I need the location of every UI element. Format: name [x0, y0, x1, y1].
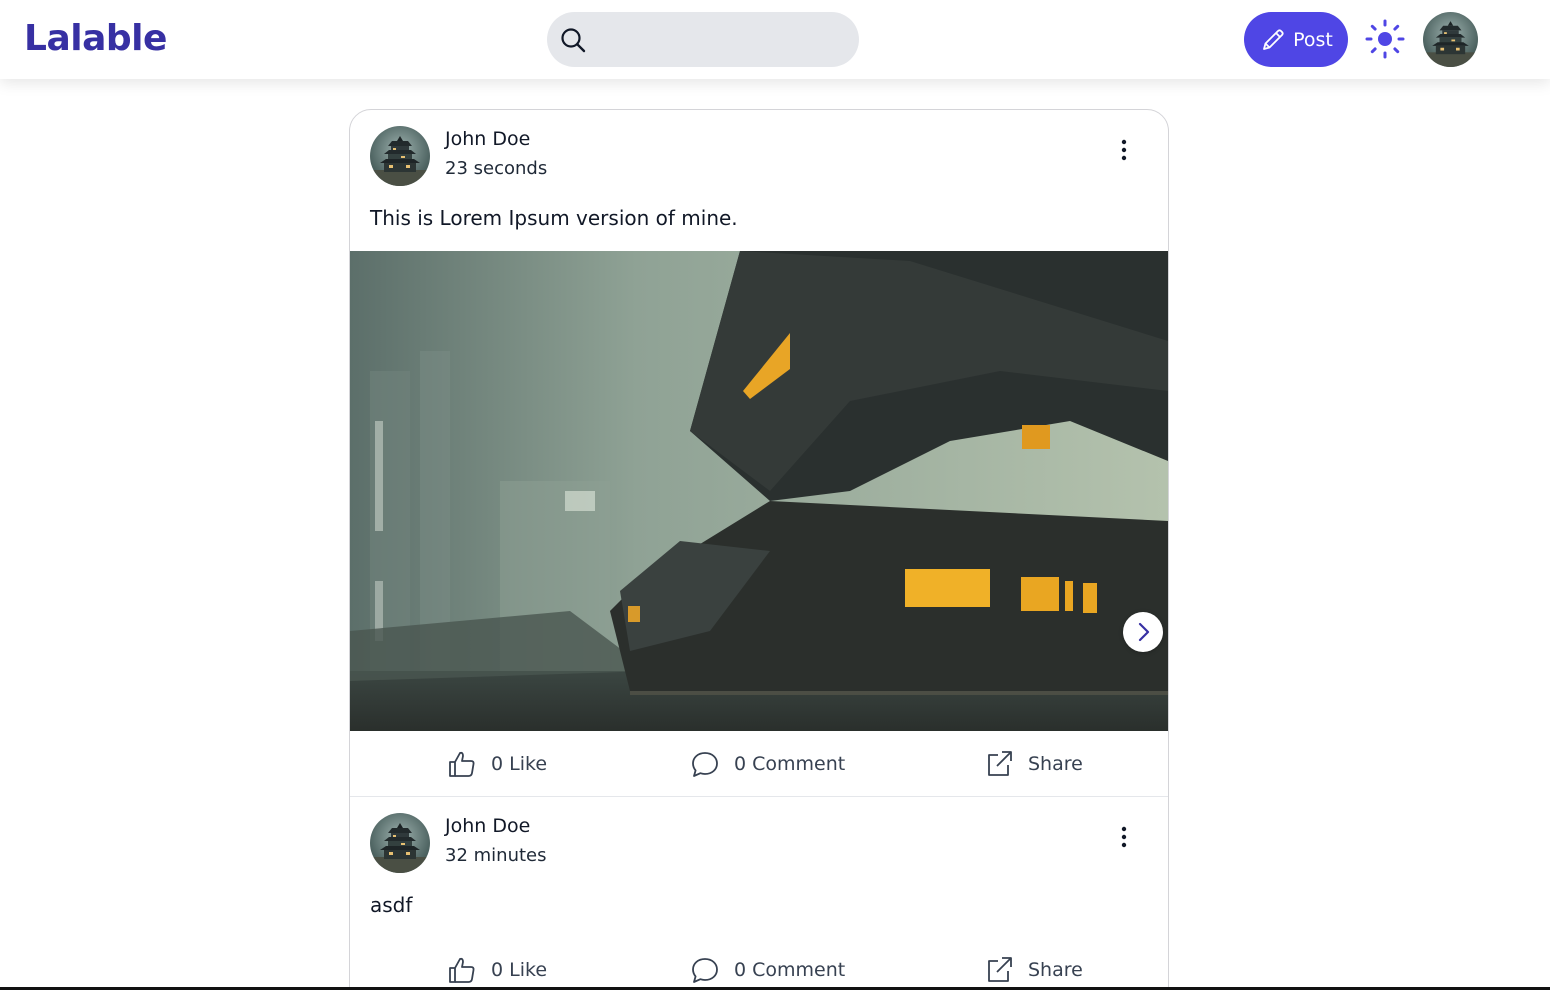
- post-text: This is Lorem Ipsum version of mine.: [370, 206, 738, 230]
- next-image-button[interactable]: [1123, 612, 1163, 652]
- share-button[interactable]: Share: [984, 731, 1083, 797]
- comment-button[interactable]: 0 Comment: [690, 731, 845, 797]
- more-options-icon[interactable]: [1110, 823, 1138, 851]
- thumbs-up-icon: [449, 751, 475, 777]
- share-icon: [988, 957, 1012, 982]
- thumbs-up-icon: [449, 957, 475, 983]
- sun-icon[interactable]: [1365, 19, 1405, 59]
- post-actions: 0 Like 0 Comment Share: [350, 731, 1168, 797]
- comment-icon: [692, 752, 718, 777]
- author-avatar[interactable]: [370, 126, 430, 186]
- create-post-button[interactable]: Post: [1244, 12, 1348, 67]
- author-name[interactable]: John Doe: [445, 128, 530, 150]
- post-text: asdf: [370, 893, 413, 917]
- author-name[interactable]: John Doe: [445, 815, 530, 837]
- post-timestamp: 32 minutes: [445, 845, 547, 866]
- post-image: [350, 251, 1168, 731]
- post-timestamp: 23 seconds: [445, 158, 548, 179]
- comment-count: 0 Comment: [734, 753, 846, 775]
- like-count: 0 Like: [491, 753, 548, 775]
- like-button[interactable]: 0 Like: [447, 937, 547, 990]
- futuristic-building-image: [350, 251, 1168, 731]
- comment-count: 0 Comment: [734, 959, 846, 981]
- search-bar[interactable]: [547, 12, 859, 67]
- profile-avatar[interactable]: [1423, 12, 1478, 67]
- comment-icon: [692, 958, 718, 983]
- search-icon: [561, 28, 586, 53]
- pencil-icon: [1263, 28, 1284, 50]
- app-logo[interactable]: Lalable: [24, 18, 167, 59]
- share-label: Share: [1028, 959, 1083, 981]
- share-icon: [988, 751, 1012, 776]
- post-feed: John Doe 23 seconds This is Lorem Ipsum …: [349, 109, 1169, 990]
- share-label: Share: [1028, 753, 1083, 775]
- more-options-icon[interactable]: [1110, 136, 1138, 164]
- post-card: John Doe 32 minutes asdf 0 Like 0 Commen…: [350, 797, 1168, 990]
- like-count: 0 Like: [491, 959, 548, 981]
- post-actions: 0 Like 0 Comment Share: [350, 937, 1168, 990]
- chevron-right-icon: [1138, 622, 1150, 642]
- comment-button[interactable]: 0 Comment: [690, 937, 845, 990]
- author-avatar[interactable]: [370, 813, 430, 873]
- post-button-label: Post: [1293, 28, 1333, 51]
- share-button[interactable]: Share: [984, 937, 1083, 990]
- post-card: John Doe 23 seconds This is Lorem Ipsum …: [350, 110, 1168, 797]
- search-input[interactable]: [595, 20, 845, 59]
- top-navbar: Lalable Post: [0, 0, 1550, 79]
- like-button[interactable]: 0 Like: [447, 731, 547, 797]
